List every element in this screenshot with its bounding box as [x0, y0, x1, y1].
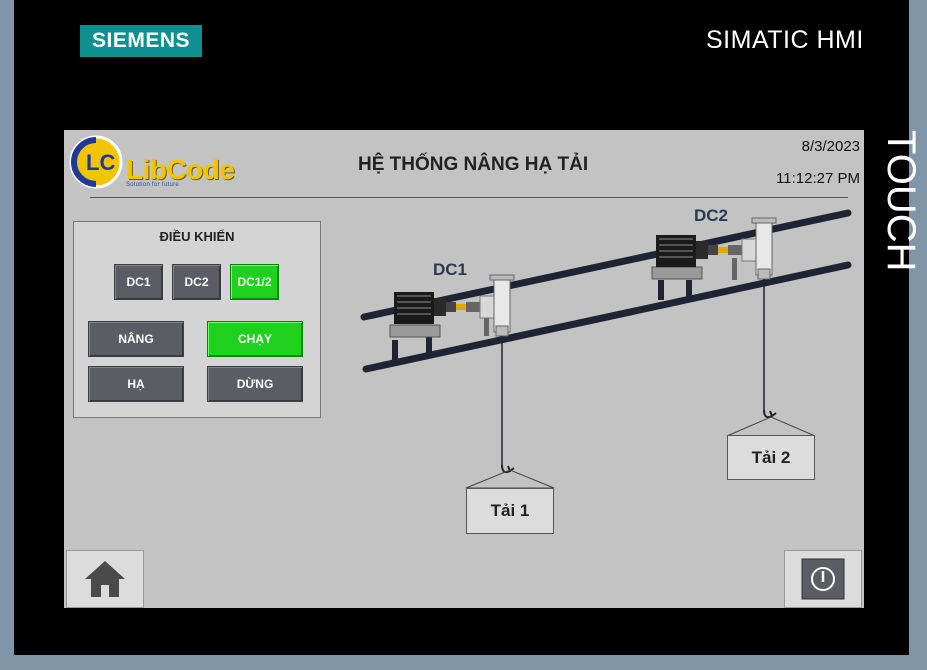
load-2-box: Tải 2	[727, 435, 815, 480]
load-1-box: Tải 1	[466, 488, 554, 534]
touch-label: TOUCH	[879, 130, 923, 272]
hoist-scene	[360, 209, 852, 489]
power-button[interactable]	[784, 550, 862, 608]
hook-2-icon	[763, 409, 777, 419]
home-icon	[85, 561, 125, 597]
power-icon	[801, 558, 845, 600]
motor-dc1-label: DC1	[433, 260, 468, 279]
home-button[interactable]	[66, 550, 144, 608]
sling-2	[726, 416, 816, 437]
model-label: SIMATIC HMI	[706, 26, 864, 54]
sling-1	[465, 469, 555, 489]
siemens-logo: SIEMENS	[80, 25, 202, 57]
motor-dc2-label: DC2	[694, 206, 729, 225]
lower-rail	[362, 261, 852, 373]
hmi-screen: LC LibCode Solution for future HỆ THỐNG …	[64, 130, 864, 608]
